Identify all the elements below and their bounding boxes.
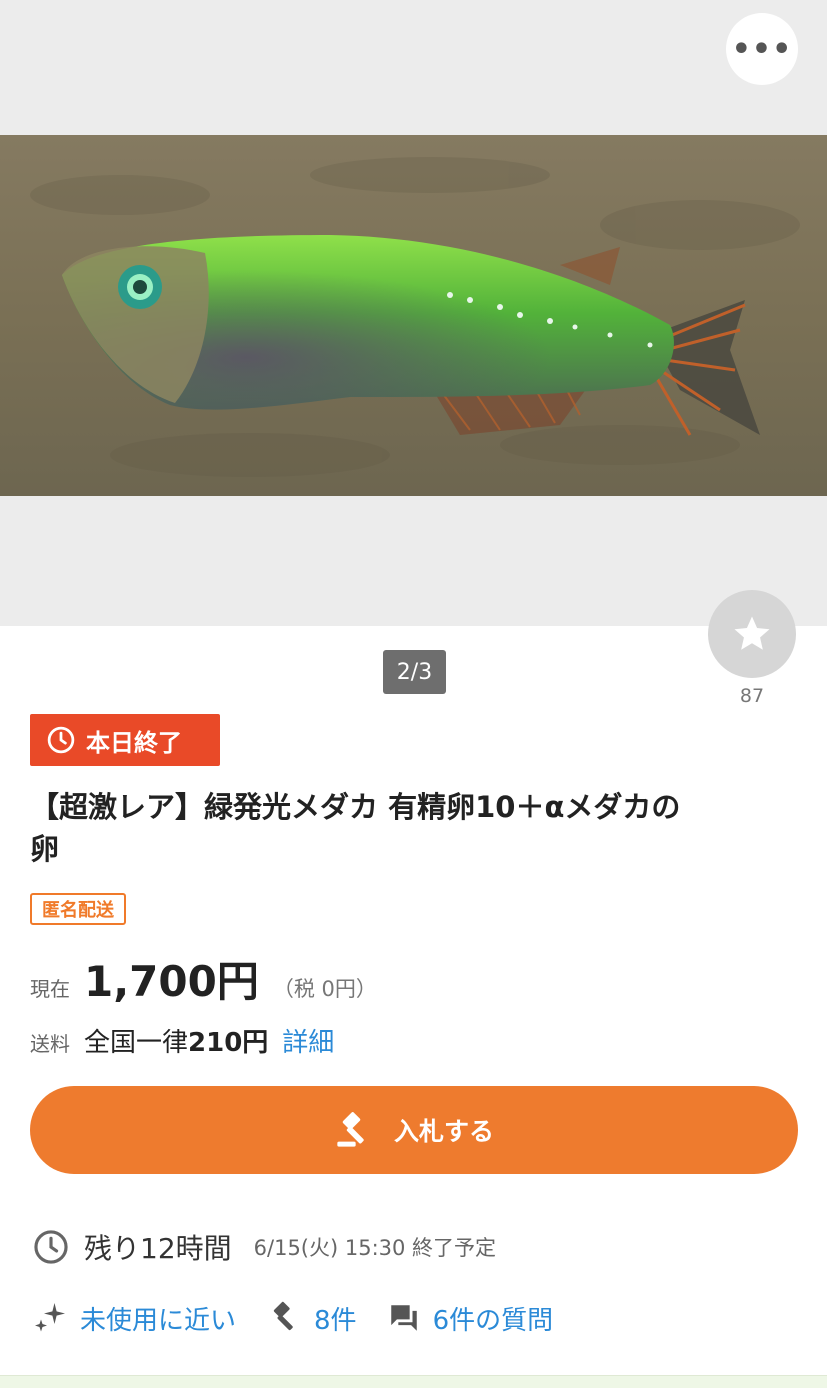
price-row: 現在 1,700円 （税 0円） <box>30 948 377 1008</box>
shipping-detail-link[interactable]: 詳細 <box>282 1022 334 1059</box>
bottom-strip <box>0 1375 827 1388</box>
current-price: 1,700円 <box>84 957 259 1006</box>
time-remaining-row: 残り12時間 6/15(火) 15:30 終了予定 <box>32 1225 496 1269</box>
condition-item[interactable]: 未使用に近い <box>32 1300 236 1337</box>
sparkle-icon <box>35 1303 65 1332</box>
ending-today-label: 本日終了 <box>86 728 182 757</box>
questions-item[interactable]: 6件の質問 <box>387 1300 554 1337</box>
shipping-prefix: 全国一律 <box>84 1028 189 1058</box>
star-icon <box>734 616 770 650</box>
shipping-value: 全国一律210円 <box>84 1022 268 1059</box>
chat-icon <box>390 1305 417 1331</box>
image-gallery[interactable]: ••• <box>0 0 827 626</box>
shipping-amount: 210円 <box>188 1028 269 1058</box>
end-date: 6/15(火) 15:30 終了予定 <box>253 1236 497 1260</box>
bid-button-label: 入札する <box>393 1117 494 1146</box>
item-info-row: 未使用に近い 8件 6件の質問 <box>32 1295 583 1341</box>
price-label: 現在 <box>30 977 70 1001</box>
condition-label: 未使用に近い <box>80 1305 237 1336</box>
bid-count: 8件 <box>314 1305 357 1336</box>
more-dots-icon: ••• <box>731 31 793 67</box>
image-counter: 2/3 <box>383 650 446 694</box>
shipping-label: 送料 <box>30 1032 70 1056</box>
bid-button[interactable]: 入札する <box>30 1086 798 1174</box>
bid-count-item[interactable]: 8件 <box>266 1300 357 1337</box>
clock-icon <box>47 726 75 754</box>
shipping-row: 送料 全国一律210円 詳細 <box>30 1022 334 1062</box>
item-title: 【超激レア】緑発光メダカ 有精卵10＋αメダカの卵 <box>30 790 681 866</box>
tax-info: （税 0円） <box>272 977 377 1001</box>
ending-today-badge: 本日終了 <box>30 714 220 766</box>
questions-count: 6件の質問 <box>432 1305 554 1336</box>
clock-icon <box>34 1230 68 1264</box>
product-photo[interactable] <box>0 135 827 496</box>
time-remaining: 残り12時間 <box>84 1232 232 1265</box>
more-options-button[interactable]: ••• <box>726 13 798 85</box>
anonymous-shipping-tag: 匿名配送 <box>30 893 126 925</box>
watch-count: 87 <box>739 685 765 707</box>
watch-button[interactable] <box>708 590 796 678</box>
gavel-icon <box>273 1301 293 1331</box>
gavel-icon <box>337 1112 364 1147</box>
